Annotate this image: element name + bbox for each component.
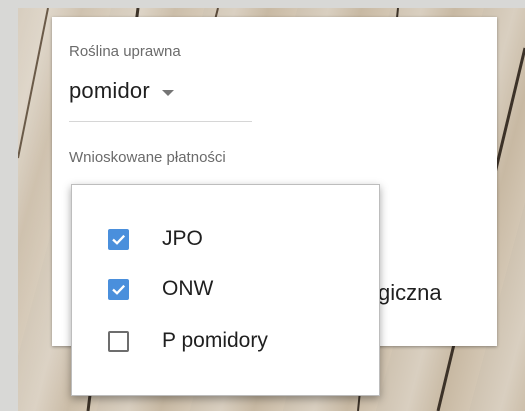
dropdown-arrow-icon[interactable] [161, 89, 174, 96]
option-label: ONW [162, 277, 214, 300]
checkbox-unchecked[interactable] [108, 330, 129, 352]
crop-select-underline [69, 121, 252, 122]
option-onw[interactable]: ONW [108, 271, 213, 307]
obscured-field-text: giczna [378, 280, 442, 305]
option-label: JPO [162, 227, 203, 250]
option-jpo[interactable]: JPO [108, 221, 203, 257]
checkmark-icon [112, 234, 126, 245]
payments-dropdown-menu: JPO ONW P pomidory [71, 184, 380, 396]
checkmark-icon [112, 284, 126, 295]
crop-select[interactable]: pomidor [69, 76, 174, 106]
checkbox-checked[interactable] [108, 278, 129, 300]
crop-select-value: pomidor [69, 78, 150, 103]
option-p-pomidory[interactable]: P pomidory [108, 323, 268, 359]
checkbox-checked[interactable] [108, 228, 129, 250]
payments-field-label: Wnioskowane płatności [69, 149, 226, 166]
option-label: P pomidory [162, 329, 268, 352]
crop-field-label: Roślina uprawna [69, 43, 181, 60]
